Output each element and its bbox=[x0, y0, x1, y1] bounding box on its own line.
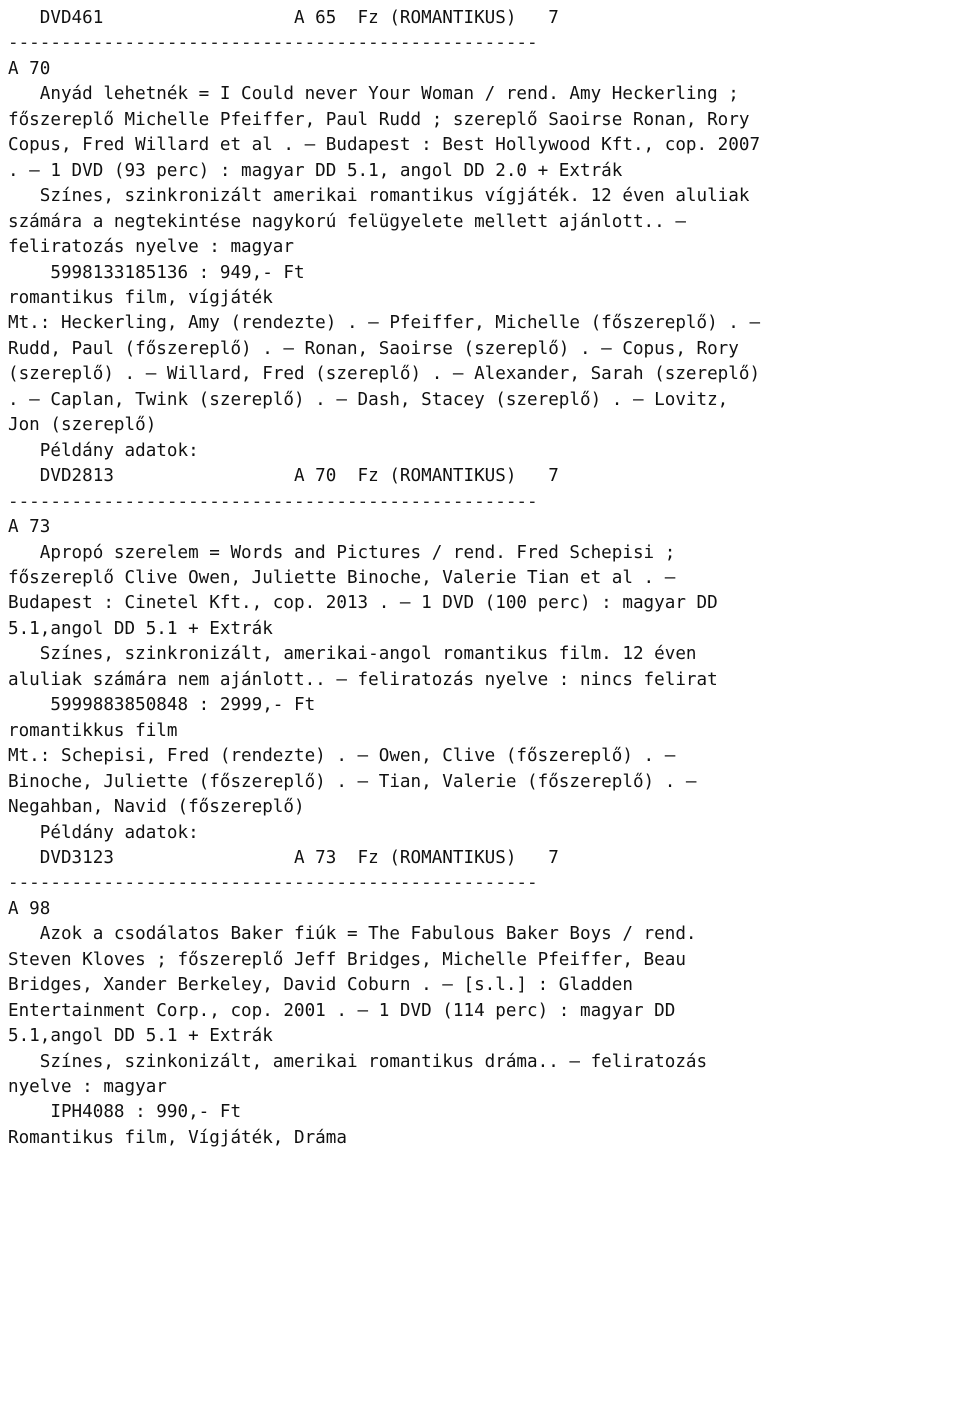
shelfmark-a73: A 73 bbox=[8, 517, 51, 538]
section-separator-3: ----------------------------------------… bbox=[8, 873, 538, 894]
copy-data-heading-a73: Példány adatok: bbox=[8, 822, 199, 843]
subject-a73: romantikkus film bbox=[8, 720, 178, 741]
contributors-a70-line2: Rudd, Paul (főszereplő) . — Ronan, Saoir… bbox=[8, 338, 739, 359]
title-a73-line1: Apropó szerelem = Words and Pictures / r… bbox=[8, 542, 676, 563]
title-a70-line4: . — 1 DVD (93 perc) : magyar DD 5.1, ang… bbox=[8, 160, 623, 181]
title-a70-line3: Copus, Fred Willard et al . — Budapest :… bbox=[8, 135, 761, 156]
note-a98-line2: nyelve : magyar bbox=[8, 1077, 167, 1098]
copy-record-dvd2813: DVD2813 A 70 Fz (ROMANTIKUS) 7 bbox=[8, 466, 559, 487]
title-a73-line4: 5.1,angol DD 5.1 + Extrák bbox=[8, 618, 273, 639]
contributors-a70-line1: Mt.: Heckerling, Amy (rendezte) . — Pfei… bbox=[8, 313, 761, 334]
title-a98-line2: Steven Kloves ; főszereplő Jeff Bridges,… bbox=[8, 949, 686, 970]
note-a73-line1: Színes, szinkronizált, amerikai-angol ro… bbox=[8, 644, 697, 665]
title-a98-line1: Azok a csodálatos Baker fiúk = The Fabul… bbox=[8, 924, 697, 945]
copy-data-heading-a70: Példány adatok: bbox=[8, 440, 199, 461]
shelfmark-a98: A 98 bbox=[8, 898, 51, 919]
note-a73-line2: aluliak számára nem ajánlott.. — felirat… bbox=[8, 669, 718, 690]
title-a73-line3: Budapest : Cinetel Kft., cop. 2013 . — 1… bbox=[8, 593, 718, 614]
note-a70-line2: számára a negtekintése nagykorú felügyel… bbox=[8, 211, 686, 232]
copy-record-dvd3123: DVD3123 A 73 Fz (ROMANTIKUS) 7 bbox=[8, 847, 559, 868]
title-a98-line4: Entertainment Corp., cop. 2001 . — 1 DVD… bbox=[8, 1000, 676, 1021]
contributors-a70-line5: Jon (szereplő) bbox=[8, 415, 157, 436]
copy-record-dvd461: DVD461 A 65 Fz (ROMANTIKUS) 7 bbox=[8, 8, 559, 28]
title-a70-line2: főszereplő Michelle Pfeiffer, Paul Rudd … bbox=[8, 109, 750, 130]
contributors-a73-line2: Binoche, Juliette (főszereplő) . — Tian,… bbox=[8, 771, 697, 792]
note-a70-line1: Színes, szinkronizált amerikai romantiku… bbox=[8, 186, 750, 207]
title-a98-line3: Bridges, Xander Berkeley, David Coburn .… bbox=[8, 975, 633, 996]
contributors-a70-line4: . — Caplan, Twink (szereplő) . — Dash, S… bbox=[8, 389, 729, 410]
catalog-page: DVD461 A 65 Fz (ROMANTIKUS) 7 -----------… bbox=[0, 0, 960, 1420]
contributors-a73-line3: Negahban, Navid (főszereplő) bbox=[8, 797, 305, 818]
title-a70-line1: Anyád lehetnék = I Could never Your Woma… bbox=[8, 84, 739, 105]
subject-a70: romantikus film, vígjáték bbox=[8, 287, 273, 308]
isbn-price-a98: IPH4088 : 990,- Ft bbox=[8, 1102, 242, 1123]
subject-a98: Romantikus film, Vígjáték, Dráma bbox=[8, 1127, 347, 1148]
title-a98-line5: 5.1,angol DD 5.1 + Extrák bbox=[8, 1026, 273, 1047]
contributors-a73-line1: Mt.: Schepisi, Fred (rendezte) . — Owen,… bbox=[8, 746, 676, 767]
note-a98-line1: Színes, szinkonizált, amerikai romantiku… bbox=[8, 1051, 708, 1072]
isbn-price-a73: 5999883850848 : 2999,- Ft bbox=[8, 695, 316, 716]
title-a73-line2: főszereplő Clive Owen, Juliette Binoche,… bbox=[8, 567, 676, 588]
contributors-a70-line3: (szereplő) . — Willard, Fred (szereplő) … bbox=[8, 364, 761, 385]
section-separator-2: ----------------------------------------… bbox=[8, 491, 538, 512]
catalog-record-list: DVD461 A 65 Fz (ROMANTIKUS) 7 -----------… bbox=[8, 6, 960, 1151]
note-a70-line3: feliratozás nyelve : magyar bbox=[8, 237, 294, 258]
shelfmark-a70: A 70 bbox=[8, 58, 51, 79]
section-separator-1: ----------------------------------------… bbox=[8, 33, 538, 54]
isbn-price-a70: 5998133185136 : 949,- Ft bbox=[8, 262, 305, 283]
